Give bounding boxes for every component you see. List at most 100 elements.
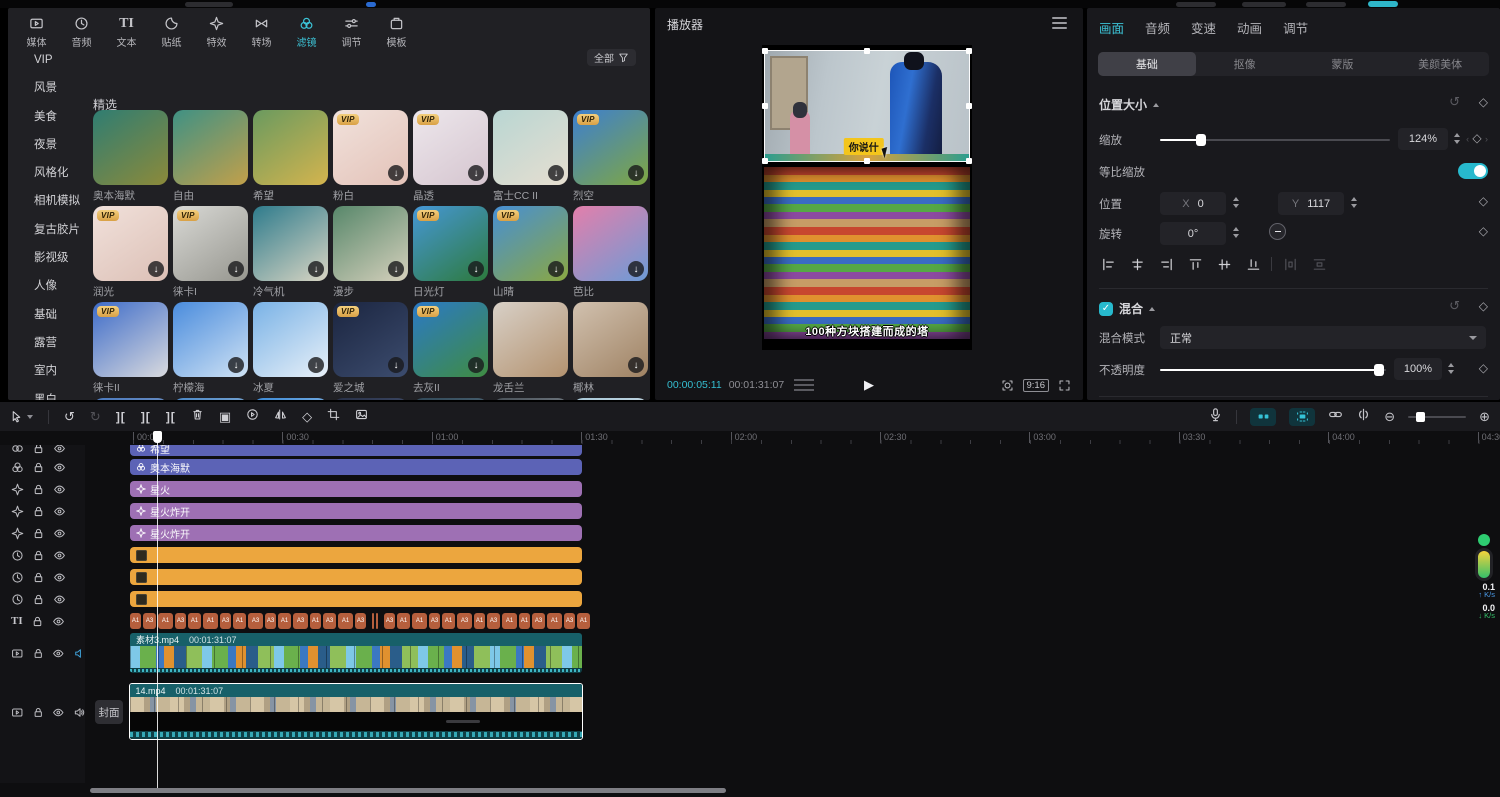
link-toggle[interactable] — [1328, 407, 1343, 427]
filter-item[interactable]: 自由 — [173, 110, 248, 203]
scale-value[interactable]: 124% — [1398, 128, 1448, 150]
tab-animation[interactable]: 动画 — [1237, 18, 1262, 37]
align-top-button[interactable] — [1184, 254, 1206, 274]
scale-slider-knob[interactable] — [1196, 134, 1206, 146]
sticker-clip[interactable] — [130, 569, 582, 585]
track-clip-星火炸开[interactable]: 星火炸开 — [130, 503, 582, 519]
sidebar-item-相机模拟[interactable]: 相机模拟 — [8, 187, 92, 215]
filter-item[interactable]: VIP↓去灰II — [413, 302, 488, 395]
undo-button[interactable]: ↺ — [64, 410, 75, 423]
filter-item[interactable]: VIP — [413, 398, 488, 400]
filter-item[interactable]: ↓冷气机 — [253, 206, 328, 299]
tab-sticker[interactable]: 贴纸 — [149, 12, 194, 49]
filter-item[interactable]: ↓芭比 — [573, 206, 648, 299]
aspect-ratio-button[interactable]: 9:16 — [1023, 379, 1050, 392]
filter-item[interactable]: 奥本海默 — [93, 110, 168, 203]
text-clip[interactable]: A3 — [323, 613, 336, 629]
sidebar-item-黑白[interactable]: 黑白 — [8, 386, 92, 400]
track-clip-星火炸开[interactable]: 星火炸开 — [130, 525, 582, 541]
sidebar-item-基础[interactable]: 基础 — [8, 301, 92, 329]
filter-item[interactable]: VIP徕卡II — [93, 302, 168, 395]
horizontal-scrollbar[interactable] — [90, 788, 726, 793]
sticker-clip[interactable] — [130, 547, 582, 563]
text-clip[interactable]: A3 — [457, 613, 472, 629]
tab-audio[interactable]: 音频 — [59, 12, 104, 49]
text-clip[interactable]: A1 — [188, 613, 201, 629]
filter-item[interactable]: ↓冰夏 — [253, 302, 328, 395]
filter-item[interactable]: 希望 — [253, 110, 328, 203]
filter-item[interactable]: ↓柠檬海 — [173, 302, 248, 395]
split-button[interactable]: ][ — [116, 410, 126, 424]
sidebar-item-露营[interactable]: 露营 — [8, 329, 92, 357]
resize-handle[interactable] — [762, 103, 768, 109]
tab-picture[interactable]: 画面 — [1099, 18, 1124, 37]
opacity-keyframe-icon[interactable]: ◇ — [1479, 361, 1488, 375]
align-center-v-button[interactable] — [1213, 254, 1235, 274]
filter-item[interactable]: ↓椰林 — [573, 302, 648, 395]
sidebar-item-风格化[interactable]: 风格化 — [8, 159, 92, 187]
text-clip[interactable]: A1 — [203, 613, 218, 629]
text-clip[interactable]: A1 — [474, 613, 485, 629]
clip-material3[interactable]: 素材3.mp4 00:01:31:07 — [130, 633, 582, 673]
blend-section-header[interactable]: ✓ 混合 — [1099, 300, 1155, 317]
position-keyframe-icon[interactable]: ◇ — [1479, 194, 1488, 208]
position-x-stepper[interactable] — [1233, 197, 1239, 208]
timeline-ruler[interactable]: 00:0000:3001:0001:3002:0002:3003:0003:30… — [0, 431, 1500, 445]
text-clip[interactable]: A3 — [143, 613, 156, 629]
text-clip[interactable]: A3 — [220, 613, 231, 629]
filter-item[interactable]: VIP↓山晴 — [493, 206, 568, 299]
text-clip[interactable]: A1 — [338, 613, 353, 629]
rotate-field[interactable]: 0° — [1160, 222, 1226, 245]
auto-snap-toggle[interactable] — [1289, 408, 1315, 426]
export-button-fragment[interactable] — [1368, 1, 1398, 7]
playhead[interactable] — [157, 431, 158, 788]
rotate-knob[interactable] — [1269, 223, 1286, 240]
filter-item[interactable]: VIP — [333, 398, 408, 400]
text-clip[interactable]: A3 — [532, 613, 545, 629]
sidebar-item-夜景[interactable]: 夜景 — [8, 131, 92, 159]
tab-text[interactable]: TI 文本 — [104, 12, 149, 49]
filter-item[interactable]: VIP↓烈空 — [573, 110, 648, 203]
position-y-field[interactable]: Y 1117 — [1278, 192, 1344, 215]
tab-audio-settings[interactable]: 音频 — [1145, 18, 1170, 37]
position-y-stepper[interactable] — [1351, 197, 1357, 208]
text-clip[interactable]: A3 — [384, 613, 395, 629]
tab-template[interactable]: 模板 — [374, 12, 419, 49]
timeline-zoom-slider[interactable] — [1408, 416, 1466, 418]
text-clip[interactable]: A3 — [248, 613, 263, 629]
opacity-slider-knob[interactable] — [1374, 364, 1384, 376]
cover-button[interactable]: 封面 — [95, 700, 123, 724]
mirror-button[interactable] — [274, 408, 287, 426]
playhead-handle[interactable] — [153, 431, 162, 443]
fullscreen-icon[interactable] — [1058, 379, 1071, 392]
text-clip[interactable]: A3 — [487, 613, 500, 629]
resize-handle[interactable] — [864, 48, 870, 54]
resize-handle[interactable] — [966, 158, 972, 164]
tab-transition[interactable]: 转场 — [239, 12, 284, 49]
zoom-out-button[interactable]: ⊖ — [1384, 410, 1395, 423]
position-x-field[interactable]: X 0 — [1160, 192, 1226, 215]
distribute-h-button[interactable] — [1279, 254, 1301, 274]
text-clip[interactable]: A1 — [412, 613, 427, 629]
sidebar-item-人像[interactable]: 人像 — [8, 272, 92, 300]
tab-effects[interactable]: 特效 — [194, 12, 239, 49]
text-clip[interactable]: A1 — [233, 613, 246, 629]
filter-item[interactable]: VIP — [173, 398, 248, 400]
filter-item[interactable]: VIP↓爱之城 — [333, 302, 408, 395]
resize-handle[interactable] — [864, 158, 870, 164]
uniform-scale-toggle[interactable] — [1458, 163, 1488, 179]
position-size-header[interactable]: 位置大小 — [1099, 96, 1159, 113]
sidebar-item-复古胶片[interactable]: 复古胶片 — [8, 216, 92, 244]
selection-box[interactable]: 你说什 — [764, 50, 970, 162]
filter-item[interactable]: 龙舌兰 — [493, 302, 568, 395]
align-center-h-button[interactable] — [1126, 254, 1148, 274]
distribute-v-button[interactable] — [1308, 254, 1330, 274]
filter-item[interactable] — [573, 398, 648, 400]
text-clip[interactable]: A3 — [265, 613, 276, 629]
text-clip[interactable]: A1 — [547, 613, 562, 629]
align-left-button[interactable] — [1097, 254, 1119, 274]
text-clip[interactable]: A3 — [564, 613, 575, 629]
clip-14mp4-selected[interactable]: 14.mp4 00:01:31:07 — [129, 683, 583, 740]
track-clip-星火[interactable]: 星火 — [130, 481, 582, 497]
sidebar-item-风景[interactable]: 风景 — [8, 74, 92, 102]
